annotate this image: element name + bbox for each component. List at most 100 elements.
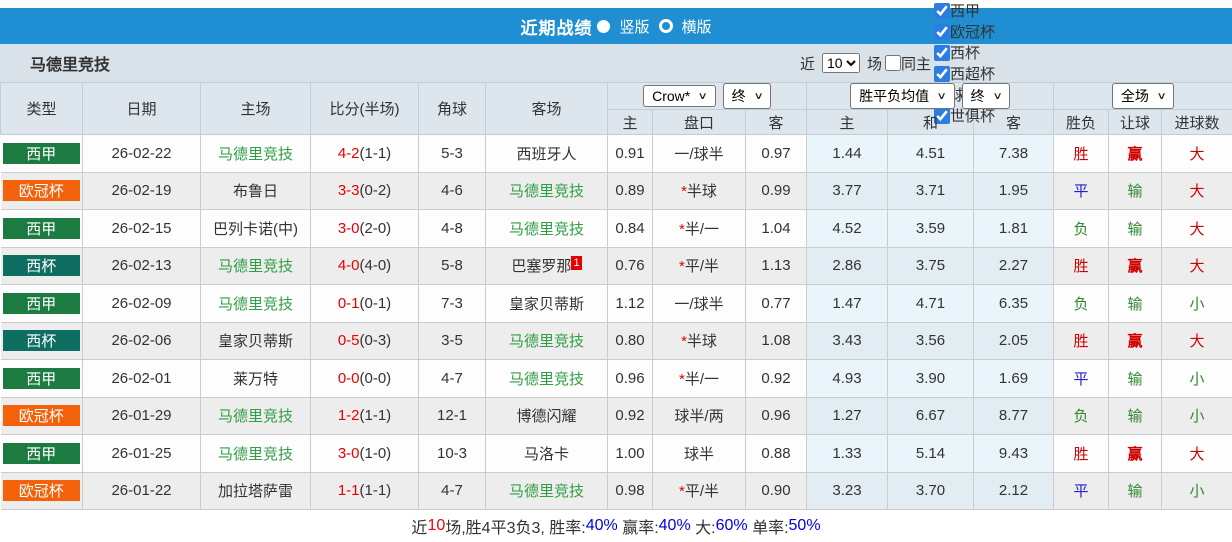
avg-home: 1.33 [807, 435, 888, 473]
result-cell: 平 [1054, 472, 1109, 510]
table-row: 欧冠杯26-01-22加拉塔萨雷1-1(1-1)4-7马德里竞技0.98*平/半… [1, 472, 1232, 510]
chevron-down-icon: ∨ [1156, 91, 1166, 102]
odds-time-select[interactable]: 终∨ [723, 83, 771, 109]
handicap-cell: *半球 [653, 322, 746, 360]
horizontal-radio-icon[interactable] [659, 19, 673, 33]
avg-away: 1.95 [974, 172, 1054, 210]
score-cell: 0-0(0-0) [311, 360, 419, 398]
avg-home: 3.23 [807, 472, 888, 510]
table-header: 类型 日期 主场 比分(半场) 角球 客场 Crow*∨ 终∨ [1, 83, 1232, 135]
avg-time-select[interactable]: 终∨ [962, 83, 1010, 109]
handicap-cell: *平/半 [653, 247, 746, 285]
match-date: 26-02-15 [83, 210, 201, 248]
summary-text: 50% [789, 517, 821, 535]
away-team: 马德里竞技 [486, 172, 608, 210]
same-home-checkbox[interactable] [885, 55, 901, 71]
spread-result-cell: 赢 [1109, 322, 1162, 360]
away-team: 马洛卡 [486, 435, 608, 473]
away-team: 马德里竞技 [486, 360, 608, 398]
match-type-badge: 西甲 [1, 285, 83, 323]
spread-result-cell: 输 [1109, 285, 1162, 323]
spread-result-cell: 赢 [1109, 247, 1162, 285]
match-date: 26-02-09 [83, 285, 201, 323]
scope-select[interactable]: 全场∨ [1112, 83, 1174, 109]
avg-type-select[interactable]: 胜平负均值∨ [850, 83, 954, 109]
score-cell: 1-1(1-1) [311, 472, 419, 510]
goals-result-cell: 小 [1162, 397, 1232, 435]
odds-away: 0.97 [746, 135, 807, 173]
col-spread: 让球 [1109, 110, 1162, 135]
match-type-badge: 欧冠杯 [1, 472, 83, 510]
score-cell: 3-3(0-2) [311, 172, 419, 210]
checkbox-icon[interactable] [934, 45, 950, 61]
spread-result-cell: 输 [1109, 472, 1162, 510]
odds-company-select[interactable]: Crow*∨ [643, 85, 715, 107]
spread-result-cell: 输 [1109, 397, 1162, 435]
odds-home: 0.89 [608, 172, 653, 210]
corner-cell: 10-3 [419, 435, 486, 473]
table-row: 西杯26-02-13马德里竞技4-0(4-0)5-8巴塞罗那10.76*平/半1… [1, 247, 1232, 285]
filter-bar: 马德里竞技 近 10 场 同主 西甲欧冠杯西杯西超杯球会友谊世俱杯 [0, 44, 1232, 82]
score-cell: 0-1(0-1) [311, 285, 419, 323]
same-home-checkbox-label[interactable]: 同主 [885, 53, 931, 74]
odds-away: 0.88 [746, 435, 807, 473]
odds-home: 0.91 [608, 135, 653, 173]
away-team: 西班牙人 [486, 135, 608, 173]
table-row: 欧冠杯26-02-19布鲁日3-3(0-2)4-6马德里竞技0.89*半球0.9… [1, 172, 1232, 210]
odds-away: 0.96 [746, 397, 807, 435]
avg-draw: 4.51 [888, 135, 974, 173]
summary-text: 大: [691, 514, 716, 538]
league-checkbox-西杯[interactable]: 西杯 [934, 42, 1010, 63]
league-checkbox-西超杯[interactable]: 西超杯 [934, 63, 1010, 84]
table-row: 西杯26-02-06皇家贝蒂斯0-5(0-3)3-5马德里竞技0.80*半球1.… [1, 322, 1232, 360]
table-row: 西甲26-02-01莱万特0-0(0-0)4-7马德里竞技0.96*半/一0.9… [1, 360, 1232, 398]
results-table: 类型 日期 主场 比分(半场) 角球 客场 Crow*∨ 终∨ [0, 82, 1232, 510]
horizontal-radio-label[interactable]: 横版 [682, 16, 712, 37]
avg-draw: 4.71 [888, 285, 974, 323]
vertical-radio-label[interactable]: 竖版 [619, 16, 649, 37]
home-team: 马德里竞技 [201, 247, 311, 285]
chevron-down-icon: ∨ [753, 91, 763, 102]
odds-away: 0.77 [746, 285, 807, 323]
odds-group-header: Crow*∨ 终∨ [608, 83, 807, 110]
corner-cell: 12-1 [419, 397, 486, 435]
avg-home: 4.52 [807, 210, 888, 248]
checkbox-icon[interactable] [934, 24, 950, 40]
match-type-badge: 西甲 [1, 210, 83, 248]
away-team: 博德闪耀 [486, 397, 608, 435]
goals-result-cell: 大 [1162, 435, 1232, 473]
star-icon: * [679, 258, 685, 275]
match-count-select[interactable]: 10 [822, 53, 860, 73]
home-team: 马德里竞技 [201, 397, 311, 435]
checkbox-icon[interactable] [934, 3, 950, 19]
goals-result-cell: 小 [1162, 472, 1232, 510]
odds-away: 1.04 [746, 210, 807, 248]
avg-home: 2.86 [807, 247, 888, 285]
avg-away: 8.77 [974, 397, 1054, 435]
result-cell: 平 [1054, 360, 1109, 398]
summary-text: 40% [586, 517, 618, 535]
league-checkbox-欧冠杯[interactable]: 欧冠杯 [934, 21, 1010, 42]
handicap-cell: 一/球半 [653, 285, 746, 323]
match-type-badge: 西甲 [1, 135, 83, 173]
result-cell: 胜 [1054, 247, 1109, 285]
result-cell: 胜 [1054, 135, 1109, 173]
avg-draw: 3.59 [888, 210, 974, 248]
vertical-radio-selected-icon[interactable] [597, 20, 610, 33]
red-card-badge: 1 [571, 256, 581, 270]
table-row: 西甲26-02-09马德里竞技0-1(0-1)7-3皇家贝蒂斯1.12一/球半0… [1, 285, 1232, 323]
away-team: 皇家贝蒂斯 [486, 285, 608, 323]
checkbox-icon[interactable] [934, 66, 950, 82]
avg-away: 1.81 [974, 210, 1054, 248]
handicap-cell: *平/半 [653, 472, 746, 510]
odds-home: 0.92 [608, 397, 653, 435]
home-team: 马德里竞技 [201, 135, 311, 173]
result-cell: 负 [1054, 285, 1109, 323]
star-icon: * [681, 333, 687, 350]
summary-text: 赢率: [618, 514, 659, 538]
league-checkbox-西甲[interactable]: 西甲 [934, 0, 1010, 21]
match-date: 26-01-25 [83, 435, 201, 473]
page-title: 近期战绩 [520, 14, 592, 39]
avg-away: 9.43 [974, 435, 1054, 473]
match-date: 26-01-29 [83, 397, 201, 435]
